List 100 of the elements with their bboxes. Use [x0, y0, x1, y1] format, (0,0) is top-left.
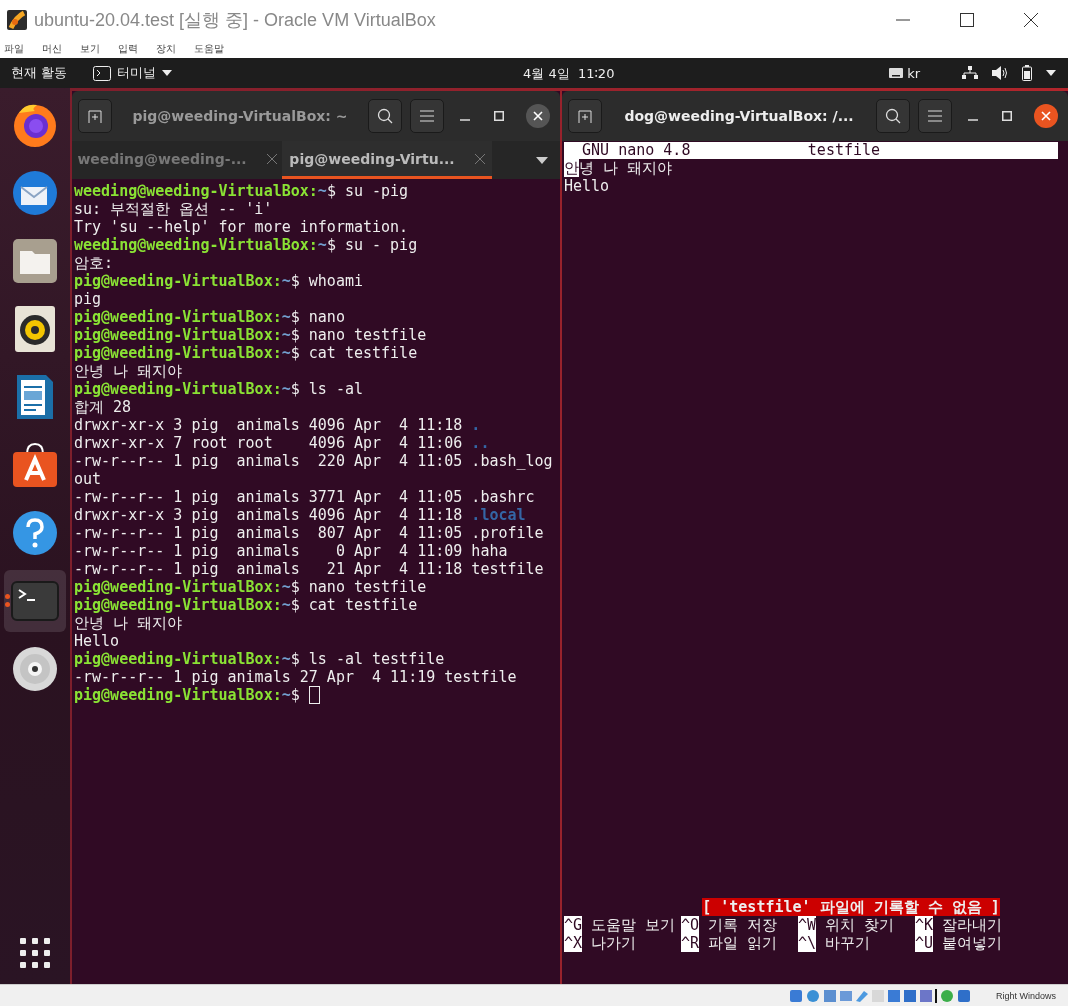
- new-tab-button[interactable]: [78, 99, 112, 133]
- shortcut-key: ^U: [915, 934, 934, 952]
- prompt-path: ~: [281, 308, 291, 326]
- close-icon[interactable]: [1034, 104, 1058, 128]
- menu-item[interactable]: 장치: [156, 42, 176, 56]
- help-icon[interactable]: [11, 509, 59, 557]
- prompt-user: pig@weeding-VirtualBox:: [74, 380, 282, 398]
- terminal-text: drwxr-xr-x 7 root root 4096 Apr 4 11:06: [74, 434, 464, 452]
- close-icon[interactable]: [1024, 13, 1038, 27]
- directory-name: .: [471, 416, 481, 434]
- search-button[interactable]: [876, 99, 910, 133]
- new-tab-button[interactable]: [568, 99, 602, 133]
- prompt-path: ~: [281, 272, 291, 290]
- terminal-text: -rw-r--r-- 1 pig animals 27 Apr 4 11:19 testfile: [74, 668, 517, 686]
- menu-icon: [928, 110, 942, 122]
- app-grid-icon[interactable]: [20, 938, 50, 968]
- prompt-path: ~: [281, 686, 291, 704]
- shortcut-key: ^G: [564, 916, 583, 934]
- terminal-text: Try 'su --help' for more information.: [74, 218, 409, 236]
- clock[interactable]: 4월 4일 11∶20: [523, 65, 615, 83]
- prompt-path: ~: [281, 578, 291, 596]
- prompt-user: pig@weeding-VirtualBox:: [74, 596, 282, 614]
- shortcut-label: 바꾸기: [824, 934, 871, 952]
- terminal-text: drwxr-xr-x 3 pig animals 4096 Apr 4 11:18: [74, 506, 464, 524]
- terminal-text: 안녕 나 돼지야: [74, 614, 183, 632]
- caret-icon[interactable]: [536, 156, 548, 164]
- speaker-icon[interactable]: [15, 306, 55, 352]
- menu-item[interactable]: 입력: [118, 42, 138, 56]
- folder-icon[interactable]: [12, 238, 58, 284]
- terminal-text: $ nano: [290, 308, 345, 326]
- terminal-text: -rw-r--r-- 1 pig animals 0 Apr 4 11:09 haha: [74, 542, 508, 560]
- terminal-text: $ su -pig: [326, 182, 409, 200]
- app-menu-button[interactable]: 터미널: [93, 64, 173, 82]
- prompt-path: ~: [281, 326, 291, 344]
- prompt-user: weeding@weeding-VirtualBox:: [74, 182, 318, 200]
- running-indicator: [5, 594, 10, 607]
- prompt-user: pig@weeding-VirtualBox:: [74, 686, 282, 704]
- close-icon[interactable]: [526, 104, 550, 128]
- shortcut-key: ^O: [681, 916, 700, 934]
- status-message: [ 'testfile' 파일에 기록할 수 없음 ]: [702, 898, 1000, 916]
- menu-button[interactable]: [410, 99, 444, 133]
- activities-button[interactable]: 현재 활동: [0, 64, 79, 82]
- cursor-character: 안: [564, 159, 579, 177]
- terminal-text: $ cat testfile: [290, 596, 418, 614]
- caret-icon[interactable]: [1046, 70, 1056, 76]
- new-tab-icon: [88, 109, 102, 123]
- prompt-user: weeding@weeding-VirtualBox:: [74, 236, 318, 254]
- terminal-text: $ whoami: [290, 272, 363, 290]
- menu-item[interactable]: 도움말: [194, 42, 224, 56]
- prompt-path: ~: [317, 236, 327, 254]
- shortcut-label: 위치 찾기: [824, 916, 895, 934]
- window-title: ubuntu-20.04.test [실행 중] - Oracle VM VirtualBox: [34, 9, 436, 32]
- terminal-icon: [93, 65, 112, 81]
- shortcut-label: 잘라내기: [941, 916, 1003, 934]
- terminal-text: drwxr-xr-x 3 pig animals 4096 Apr 4 11:18: [74, 416, 464, 434]
- terminal-text: 합계 28: [74, 398, 132, 416]
- menu-item[interactable]: 파일: [4, 42, 24, 56]
- terminal-text: out: [74, 470, 102, 488]
- keyboard-layout-indicator[interactable]: kr: [889, 65, 920, 81]
- menu-button[interactable]: [918, 99, 952, 133]
- terminal-text: -rw-r--r-- 1 pig animals 3771 Apr 4 11:05 .bashrc: [74, 488, 535, 506]
- terminal-title: pig@weeding-VirtualBox: ~: [131, 108, 349, 124]
- prompt-user: pig@weeding-VirtualBox:: [74, 326, 282, 344]
- prompt-user: pig@weeding-VirtualBox:: [74, 578, 282, 596]
- tab-label: weeding@weeding-...: [77, 150, 247, 167]
- terminal-icon[interactable]: [11, 581, 59, 621]
- prompt-path: ~: [281, 380, 291, 398]
- shopping-bag-icon[interactable]: [12, 442, 58, 488]
- terminal-text: $ ls -al: [290, 380, 363, 398]
- disc-icon[interactable]: [12, 646, 58, 692]
- shortcut-key: ^X: [564, 934, 583, 952]
- terminal-text: $ nano testfile: [290, 578, 427, 596]
- keyboard-icon: [889, 68, 904, 78]
- volume-icon[interactable]: [992, 66, 1008, 80]
- mail-icon[interactable]: [11, 169, 59, 217]
- prompt-path: ~: [317, 182, 327, 200]
- terminal-tab[interactable]: pig@weeding-Virtu...: [282, 141, 492, 179]
- terminal-text: pig: [74, 290, 102, 308]
- caret-icon: [162, 70, 173, 76]
- shortcut-label: 나가기: [590, 934, 637, 952]
- terminal-text: Hello: [74, 632, 120, 650]
- maximize-icon[interactable]: [960, 13, 974, 27]
- document-icon[interactable]: [16, 374, 54, 420]
- shortcut-label: 도움말 보기: [590, 916, 676, 934]
- menu-item[interactable]: 보기: [80, 42, 100, 56]
- prompt-user: pig@weeding-VirtualBox:: [74, 272, 282, 290]
- shortcut-key: ^W: [798, 916, 817, 934]
- terminal-text: -rw-r--r-- 1 pig animals 220 Apr 4 11:05 .bash_log: [74, 452, 553, 470]
- terminal-text: $ ls -al testfile: [290, 650, 445, 668]
- menu-item[interactable]: 머신: [42, 42, 62, 56]
- terminal-text: 암호:: [74, 254, 114, 272]
- prompt-path: ~: [281, 344, 291, 362]
- network-icon[interactable]: [962, 66, 978, 80]
- terminal-text: 녕 나 돼지야: [579, 159, 673, 177]
- terminal-text: $ cat testfile: [290, 344, 418, 362]
- prompt-path: ~: [281, 596, 291, 614]
- shortcut-key: ^R: [681, 934, 700, 952]
- terminal-title: dog@weeding-VirtualBox: /...: [623, 108, 855, 124]
- battery-icon[interactable]: [1022, 65, 1032, 81]
- search-button[interactable]: [368, 99, 402, 133]
